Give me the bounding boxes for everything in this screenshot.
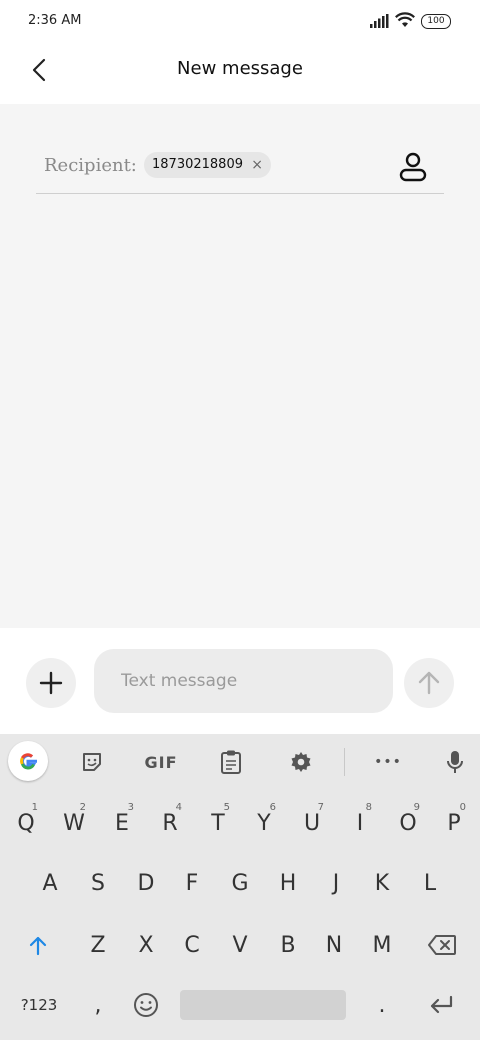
key-label: R <box>162 810 178 836</box>
key-u[interactable]: U7 <box>288 800 336 846</box>
key-g[interactable]: G <box>216 860 264 906</box>
gif-button[interactable]: GIF <box>140 744 182 780</box>
key-o[interactable]: O9 <box>384 800 432 846</box>
key-l[interactable]: L <box>406 860 454 906</box>
backspace-key[interactable] <box>416 922 468 968</box>
recipient-label: Recipient: <box>44 155 137 176</box>
key-label: U <box>303 810 321 836</box>
key-m[interactable]: M <box>358 922 406 968</box>
settings-button[interactable] <box>283 744 319 780</box>
key-label: I <box>356 810 364 836</box>
battery-icon: 100 <box>421 14 451 29</box>
key-e[interactable]: E3 <box>98 800 146 846</box>
sticker-button[interactable] <box>74 744 110 780</box>
key-i[interactable]: I8 <box>336 800 384 846</box>
voice-input-button[interactable] <box>440 744 470 780</box>
page-title: New message <box>177 58 303 79</box>
add-attachment-button[interactable] <box>26 658 76 708</box>
symbols-key[interactable]: ?123 <box>14 982 64 1028</box>
enter-key[interactable] <box>418 982 464 1028</box>
clipboard-button[interactable] <box>213 744 249 780</box>
remove-recipient-icon[interactable]: × <box>251 152 263 178</box>
backspace-icon <box>428 935 456 955</box>
message-input[interactable] <box>94 649 393 713</box>
key-x[interactable]: X <box>122 922 170 968</box>
clipboard-icon <box>221 750 241 774</box>
more-button[interactable]: ••• <box>368 744 408 780</box>
key-hint: 3 <box>127 802 134 813</box>
key-w[interactable]: W2 <box>50 800 98 846</box>
key-h[interactable]: H <box>264 860 312 906</box>
status-time: 2:36 AM <box>28 13 82 28</box>
recipient-chip-value: 18730218809 <box>152 157 243 172</box>
emoji-key[interactable] <box>124 982 168 1028</box>
sticker-icon <box>83 753 101 771</box>
toolbar-divider <box>344 748 345 776</box>
send-arrow-icon <box>418 671 440 695</box>
key-label: O <box>399 810 417 836</box>
microphone-icon <box>447 751 463 773</box>
key-hint: 9 <box>413 802 420 813</box>
key-label: P <box>447 810 461 836</box>
key-a[interactable]: A <box>26 860 74 906</box>
contact-picker-icon[interactable] <box>396 150 430 184</box>
key-n[interactable]: N <box>310 922 358 968</box>
key-r[interactable]: R4 <box>146 800 194 846</box>
key-q[interactable]: Q1 <box>2 800 50 846</box>
shift-arrow-icon <box>29 936 47 956</box>
space-key[interactable] <box>180 990 346 1020</box>
key-c[interactable]: C <box>168 922 216 968</box>
recipient-chip[interactable]: 18730218809 × <box>144 152 271 178</box>
key-y[interactable]: Y6 <box>240 800 288 846</box>
key-hint: 8 <box>365 802 372 813</box>
period-key[interactable]: . <box>360 982 404 1028</box>
key-d[interactable]: D <box>122 860 170 906</box>
plus-icon <box>39 671 63 695</box>
key-hint: 6 <box>269 802 276 813</box>
key-j[interactable]: J <box>312 860 360 906</box>
key-b[interactable]: B <box>264 922 312 968</box>
key-label: Y <box>257 810 271 836</box>
send-button[interactable] <box>404 658 454 708</box>
gear-icon <box>291 752 311 772</box>
key-hint: 0 <box>459 802 466 813</box>
key-v[interactable]: V <box>216 922 264 968</box>
key-label: E <box>115 810 129 836</box>
key-hint: 4 <box>175 802 182 813</box>
key-hint: 5 <box>223 802 230 813</box>
key-f[interactable]: F <box>168 860 216 906</box>
key-p[interactable]: P0 <box>430 800 478 846</box>
key-z[interactable]: Z <box>74 922 122 968</box>
emoji-icon <box>134 993 158 1017</box>
status-bar: 2:36 AM 100 <box>0 0 480 42</box>
key-s[interactable]: S <box>74 860 122 906</box>
signal-icon <box>370 14 389 28</box>
comma-key[interactable]: , <box>76 982 120 1028</box>
key-label: W <box>63 810 85 836</box>
key-t[interactable]: T5 <box>194 800 242 846</box>
wifi-icon <box>395 12 415 27</box>
key-k[interactable]: K <box>358 860 406 906</box>
battery-level: 100 <box>427 16 445 26</box>
recipient-divider <box>36 193 444 194</box>
google-button[interactable] <box>8 741 48 781</box>
enter-arrow-icon <box>430 995 453 1014</box>
key-label: Q <box>17 810 35 836</box>
key-hint: 1 <box>31 802 38 813</box>
google-icon <box>20 753 37 770</box>
key-label: T <box>211 810 225 836</box>
key-hint: 2 <box>79 802 86 813</box>
key-hint: 7 <box>317 802 324 813</box>
shift-key[interactable] <box>14 922 62 968</box>
